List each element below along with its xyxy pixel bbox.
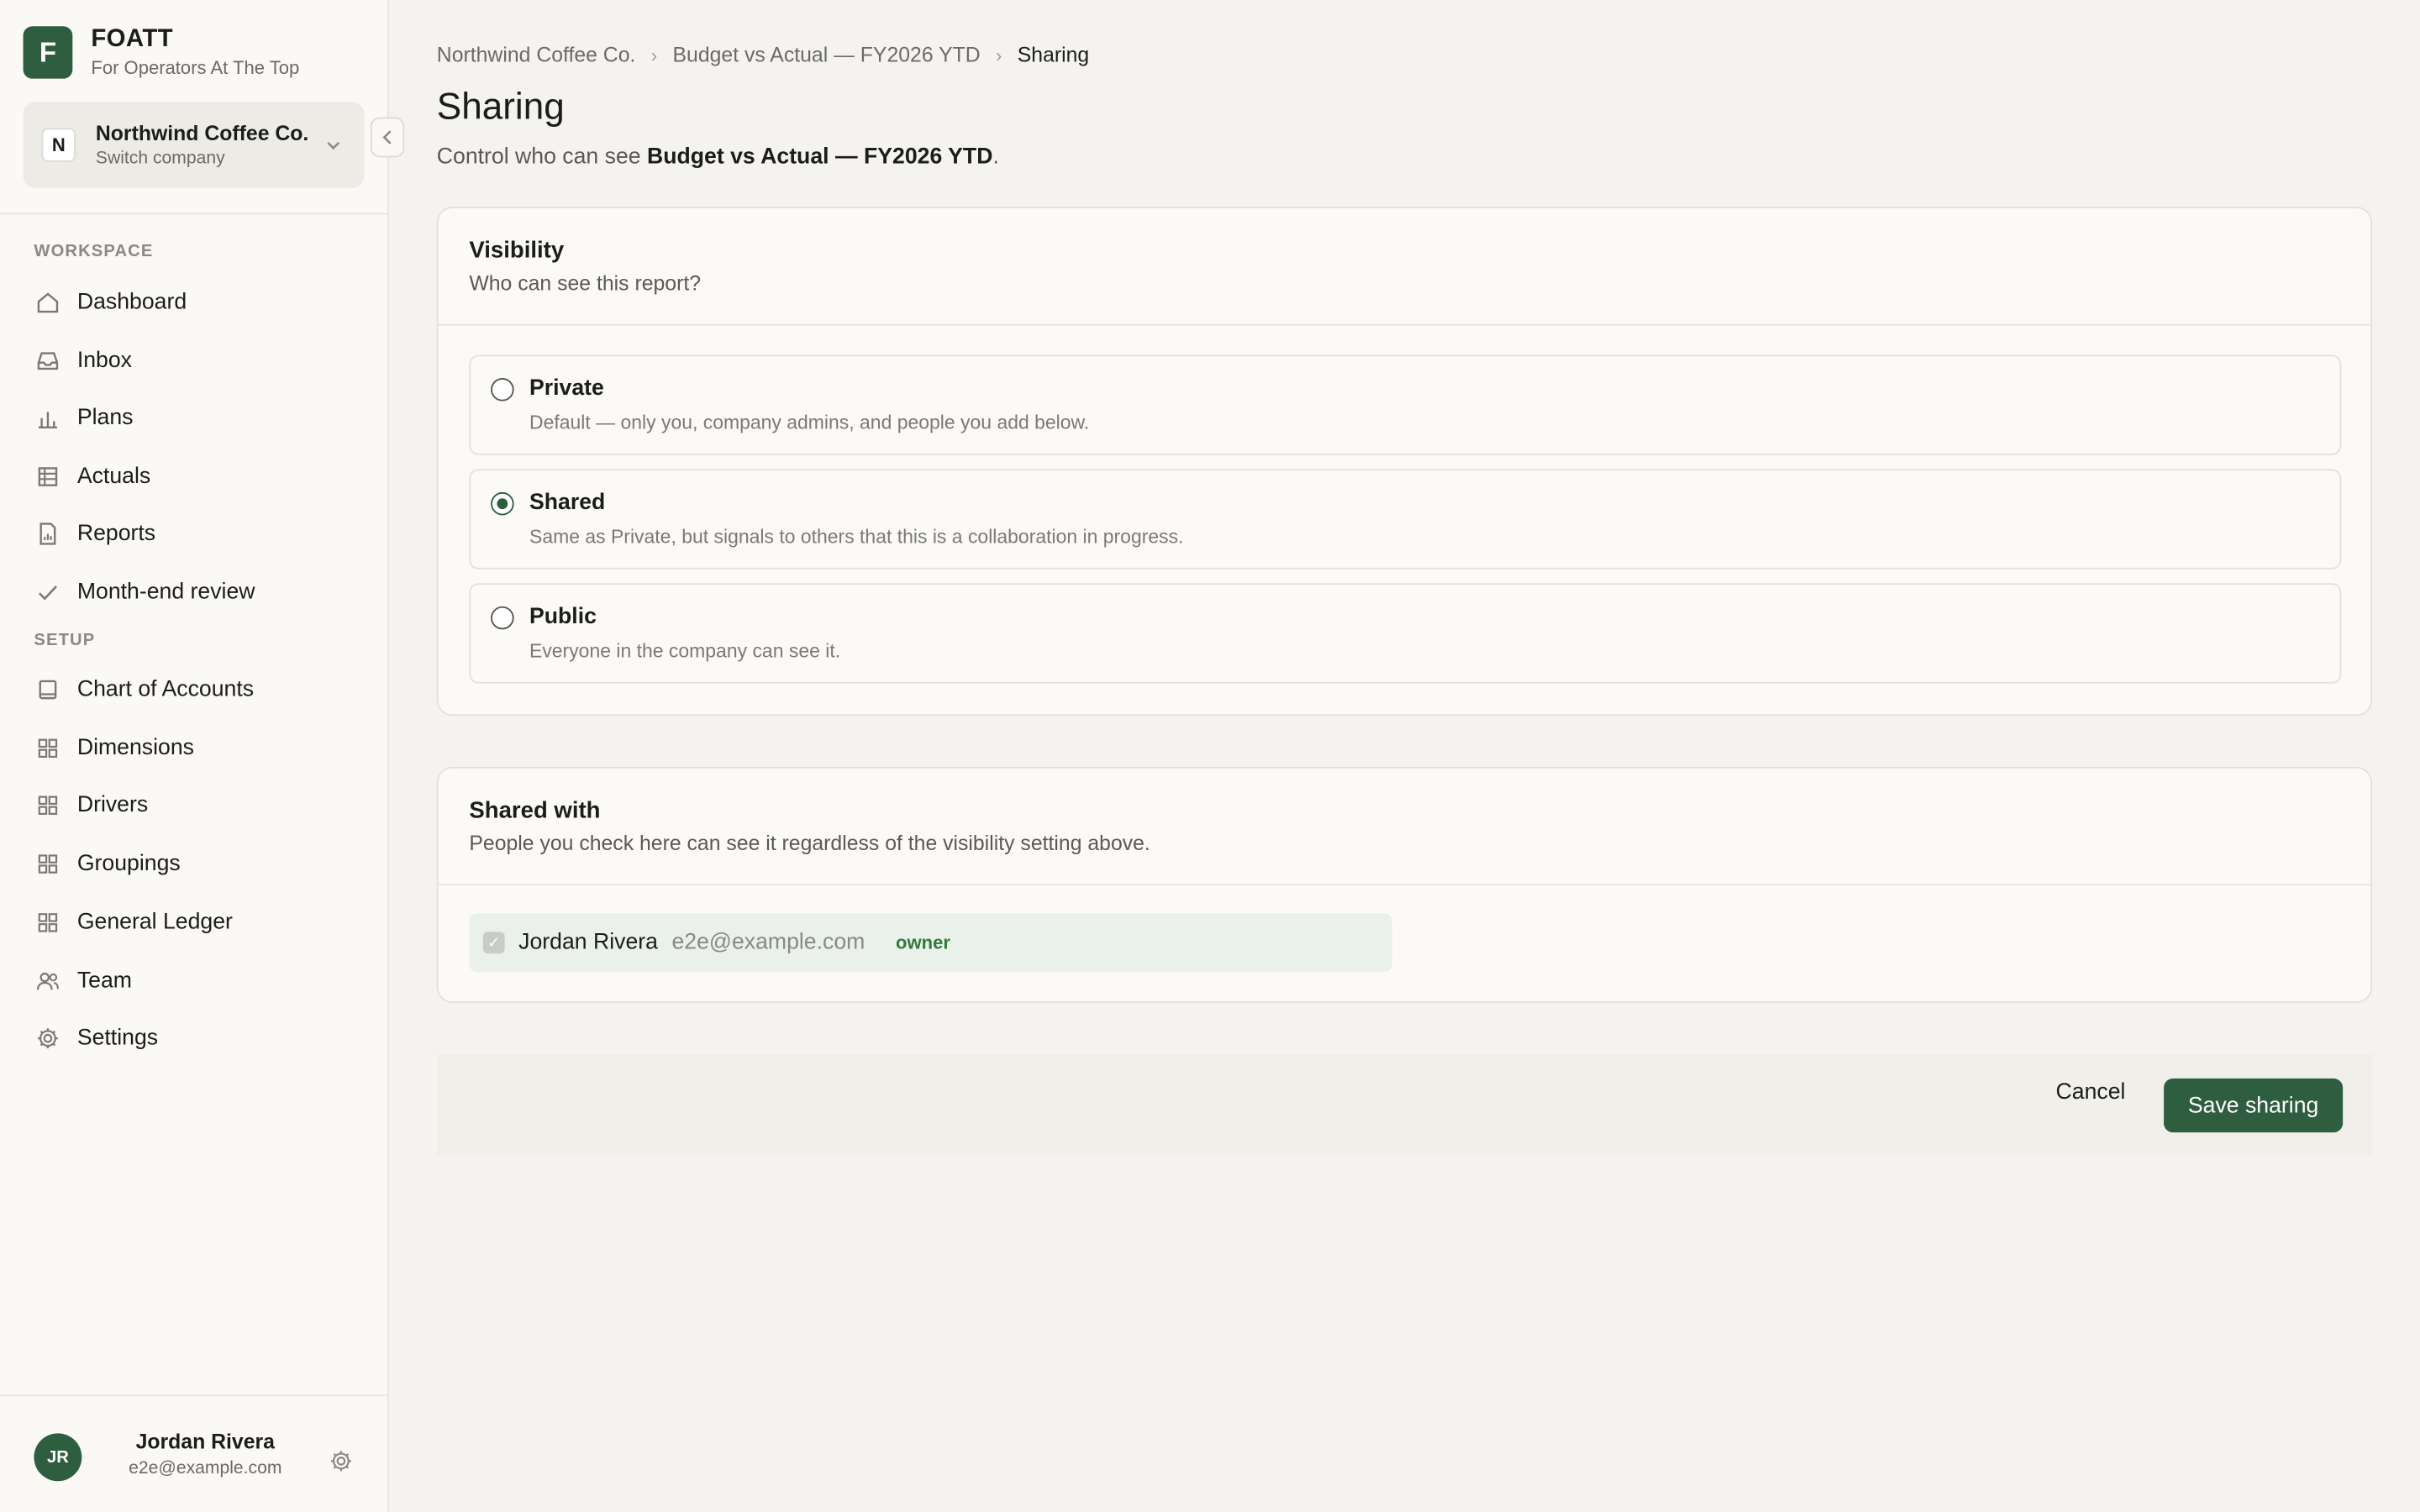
brand-tagline: For Operators At The Top [91,56,300,79]
sidebar-item-label: Plans [76,406,134,431]
home-icon [34,288,61,316]
sidebar-item-chart-of-accounts[interactable]: Chart of Accounts [22,665,367,715]
list-item: ✓ Jordan Rivera e2e@example.com owner [469,913,1392,973]
brand-name: FOATT [91,26,173,53]
page-title: Sharing [436,86,565,129]
breadcrumb: Northwind Coffee Co. › Budget vs Actual … [437,43,1089,66]
person-email: e2e@example.com [671,930,865,955]
page-description-prefix: Control who can see [436,144,647,171]
option-title: Public [529,605,597,630]
user-email: e2e@example.com [129,1459,282,1478]
sidebar-item-label: Groupings [76,851,181,877]
sidebar-item-label: Chart of Accounts [76,677,255,702]
sidebar-item-label: Dashboard [76,290,187,315]
visibility-option-private[interactable]: Private Default — only you, company admi… [469,354,2342,455]
shared-with-subtitle: People you check here can see it regardl… [469,832,1150,855]
radio-shared[interactable] [491,491,514,516]
sidebar-item-general-ledger[interactable]: General Ledger [22,898,367,948]
company-avatar: N [41,128,76,162]
sidebar-item-label: Inbox [76,349,133,374]
sidebar-item-label: Drivers [76,793,149,818]
breadcrumb-current: Sharing [1017,43,1090,66]
visibility-subtitle: Who can see this report? [469,271,702,295]
grid-icon [34,909,61,937]
sidebar-item-settings[interactable]: Settings [22,1014,367,1063]
radio-public[interactable] [491,606,514,630]
visibility-card: Visibility Who can see this report? Priv… [436,207,2373,717]
sidebar-item-drivers[interactable]: Drivers [22,780,367,830]
grid-icon [34,734,61,762]
sidebar-item-actuals[interactable]: Actuals [22,452,367,501]
save-sharing-button[interactable]: Save sharing [2164,1078,2344,1133]
chevron-right-icon: › [650,44,658,66]
sidebar-item-label: Dimensions [76,736,194,761]
sidebar-divider [0,213,388,215]
shared-with-title: Shared with [469,797,601,824]
chevron-right-icon: › [996,44,1002,66]
breadcrumb-company[interactable]: Northwind Coffee Co. [437,43,636,66]
sidebar-item-month-end-review[interactable]: Month-end review [22,568,367,617]
sidebar-item-label: Settings [76,1026,159,1051]
table-icon [34,463,61,491]
users-icon [34,968,61,995]
main-content: Northwind Coffee Co. › Budget vs Actual … [389,0,2420,1512]
sidebar-item-label: Actuals [76,464,151,490]
report-name: Budget vs Actual — FY2026 YTD [646,144,993,171]
page-description: Control who can see Budget vs Actual — F… [437,145,999,170]
gear-icon[interactable] [329,1449,353,1482]
brand: F FOATT For Operators At The Top [23,26,300,79]
cancel-button[interactable]: Cancel [2056,1080,2126,1105]
sidebar: F FOATT For Operators At The Top N North… [0,0,405,1512]
check-icon [34,579,61,606]
sidebar-item-groupings[interactable]: Groupings [22,839,367,889]
brand-logo: F [23,26,73,79]
avatar[interactable]: JR [34,1433,82,1482]
gear-icon [34,1025,61,1053]
sidebar-item-dimensions[interactable]: Dimensions [22,723,367,773]
sidebar-item-dashboard[interactable]: Dashboard [22,278,367,328]
section-label-setup: SETUP [34,631,96,650]
visibility-option-shared[interactable]: Shared Same as Private, but signals to o… [469,469,2342,570]
book-icon [34,675,61,703]
company-name: Northwind Coffee Co. [95,122,309,145]
user-name: Jordan Rivera [135,1430,275,1454]
breadcrumb-report[interactable]: Budget vs Actual — FY2026 YTD [673,43,981,66]
sidebar-item-label: Reports [76,521,156,547]
bar-chart-icon [34,404,61,432]
sidebar-item-team[interactable]: Team [22,957,367,1006]
visibility-option-public[interactable]: Public Everyone in the company can see i… [469,583,2342,684]
option-description: Default — only you, company admins, and … [529,412,1090,434]
person-name: Jordan Rivera [518,930,658,955]
company-switcher[interactable]: N Northwind Coffee Co. Switch company [23,102,365,189]
chevron-down-icon [324,134,343,162]
option-description: Same as Private, but signals to others t… [529,526,1184,549]
option-title: Private [529,376,604,402]
grid-icon [34,850,61,878]
card-divider [438,884,2371,886]
inbox-icon [34,347,61,375]
page-description-suffix: . [992,144,999,171]
sidebar-item-reports[interactable]: Reports [22,509,367,559]
report-icon [34,520,61,548]
person-checkbox[interactable]: ✓ [482,932,505,954]
grid-icon [34,791,61,819]
sidebar-item-label: Month-end review [76,580,255,605]
card-divider [438,323,2371,326]
action-bar: Cancel Save sharing [436,1053,2373,1156]
user-profile: JR Jordan Rivera e2e@example.com [0,1394,388,1512]
section-label-workspace: WORKSPACE [34,242,154,261]
sidebar-item-inbox[interactable]: Inbox [22,336,367,386]
visibility-title: Visibility [469,237,565,265]
radio-private[interactable] [491,378,514,402]
option-description: Everyone in the company can see it. [529,640,841,662]
shared-with-card: Shared with People you check here can se… [436,766,2373,1003]
option-title: Shared [529,491,606,516]
sidebar-item-plans[interactable]: Plans [22,393,367,443]
sidebar-item-label: Team [76,969,132,994]
sidebar-item-label: General Ledger [76,910,233,936]
role-badge: owner [896,932,950,954]
company-switch-label: Switch company [95,150,225,169]
